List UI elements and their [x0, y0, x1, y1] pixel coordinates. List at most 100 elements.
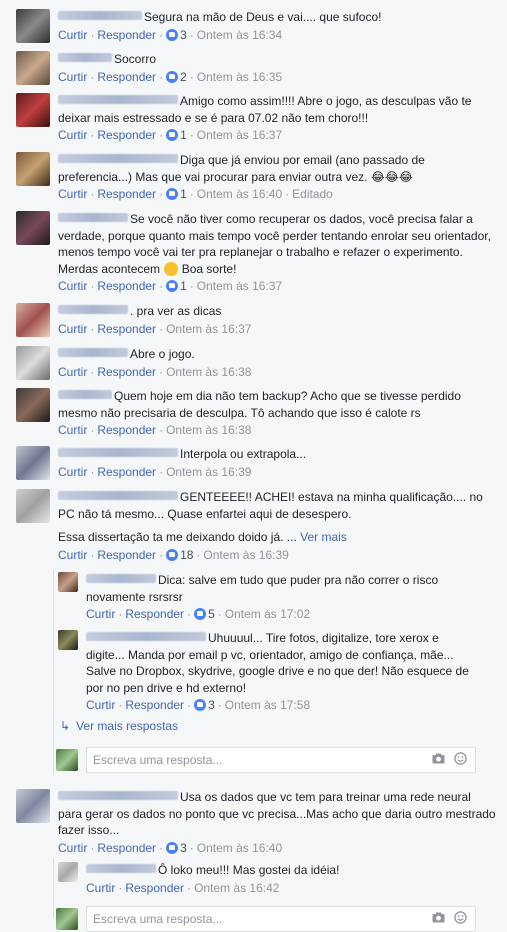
timestamp[interactable]: Ontem às 16:34: [197, 28, 282, 42]
like-count[interactable]: 1: [180, 279, 187, 293]
timestamp[interactable]: Ontem às 16:39: [203, 548, 288, 562]
reply-button[interactable]: Responder: [97, 423, 156, 437]
emoji-icon[interactable]: [454, 752, 467, 765]
timestamp[interactable]: Ontem às 16:38: [166, 365, 251, 379]
reply-button[interactable]: Responder: [125, 698, 184, 712]
avatar[interactable]: [58, 572, 78, 592]
avatar[interactable]: [16, 388, 50, 422]
timestamp[interactable]: Ontem às 16:40: [197, 187, 282, 201]
reply: Uhuuuul... Tire fotos, digitalize, tore …: [58, 630, 478, 714]
timestamp[interactable]: Ontem às 16:37: [166, 322, 251, 336]
reply-button[interactable]: Responder: [97, 279, 156, 293]
reply-composer: Escreva uma resposta...: [56, 747, 476, 773]
like-count[interactable]: 3: [180, 28, 187, 42]
like-button[interactable]: Curtir: [58, 322, 87, 336]
comment: Quem hoje em dia não tem backup? Acho qu…: [16, 388, 496, 442]
timestamp[interactable]: Ontem às 17:02: [225, 607, 310, 621]
reply-input[interactable]: Escreva uma resposta...: [86, 747, 476, 773]
like-button[interactable]: Curtir: [58, 28, 87, 42]
like-count[interactable]: 18: [180, 548, 193, 562]
edited-label[interactable]: Editado: [292, 187, 333, 201]
author-name[interactable]: [58, 154, 178, 163]
comment: GENTEEEE!! ACHEI! estava na minha qualif…: [16, 489, 496, 567]
comment: Usa os dados que vc tem para treinar uma…: [16, 789, 496, 859]
like-button[interactable]: Curtir: [58, 841, 87, 855]
timestamp[interactable]: Ontem às 16:37: [197, 279, 282, 293]
like-count[interactable]: 1: [180, 128, 187, 142]
like-button[interactable]: Curtir: [58, 187, 87, 201]
timestamp[interactable]: Ontem às 16:40: [197, 841, 282, 855]
avatar[interactable]: [58, 630, 78, 650]
reply-button[interactable]: Responder: [97, 128, 156, 142]
like-icon: [194, 699, 207, 711]
author-name[interactable]: [58, 448, 178, 457]
avatar[interactable]: [16, 303, 50, 337]
like-button[interactable]: Curtir: [58, 548, 87, 562]
like-button[interactable]: Curtir: [86, 881, 115, 895]
like-count[interactable]: 3: [180, 841, 187, 855]
avatar[interactable]: [58, 862, 78, 882]
reply-button[interactable]: Responder: [97, 465, 156, 479]
see-more-link[interactable]: Ver mais: [300, 530, 347, 544]
avatar[interactable]: [16, 93, 50, 127]
reply-button[interactable]: Responder: [97, 841, 156, 855]
like-button[interactable]: Curtir: [58, 365, 87, 379]
reply-text: Ô loko meu!!! Mas gostei da idéia!: [158, 863, 340, 877]
author-name[interactable]: [58, 348, 128, 357]
comment: Interpola ou extrapola... Curtir · Respond…: [16, 446, 496, 484]
like-button[interactable]: Curtir: [58, 70, 87, 84]
avatar[interactable]: [16, 152, 50, 186]
camera-icon[interactable]: [432, 753, 445, 764]
comment: Amigo como assim!!!! Abre o jogo, as des…: [16, 93, 496, 147]
more-replies-link[interactable]: ↳ Ver mais respostas: [60, 719, 178, 733]
author-name[interactable]: [58, 213, 128, 222]
reply-button[interactable]: Responder: [97, 548, 156, 562]
like-button[interactable]: Curtir: [86, 698, 115, 712]
author-name[interactable]: [86, 574, 156, 583]
reply-button[interactable]: Responder: [97, 187, 156, 201]
avatar[interactable]: [16, 9, 50, 43]
author-name[interactable]: [86, 632, 206, 641]
avatar[interactable]: [16, 446, 50, 480]
timestamp[interactable]: Ontem às 16:42: [194, 881, 279, 895]
author-name[interactable]: [58, 791, 178, 800]
timestamp[interactable]: Ontem às 16:38: [166, 423, 251, 437]
avatar[interactable]: [16, 51, 50, 85]
avatar[interactable]: [16, 789, 50, 823]
like-button[interactable]: Curtir: [58, 465, 87, 479]
like-icon: [166, 129, 179, 141]
like-button[interactable]: Curtir: [86, 607, 115, 621]
timestamp[interactable]: Ontem às 17:58: [225, 698, 310, 712]
reply-button[interactable]: Responder: [97, 28, 156, 42]
comment: Segura na mão de Deus e vai.... que sufo…: [16, 9, 496, 47]
reply-button[interactable]: Responder: [97, 70, 156, 84]
like-count[interactable]: 3: [208, 698, 215, 712]
reply: Ô loko meu!!! Mas gostei da idéia! Curti…: [58, 862, 478, 900]
like-button[interactable]: Curtir: [58, 279, 87, 293]
timestamp[interactable]: Ontem às 16:37: [197, 128, 282, 142]
reply-button[interactable]: Responder: [97, 322, 156, 336]
author-name[interactable]: [58, 11, 142, 20]
comment: Diga que já enviou por email (ano passad…: [16, 152, 496, 206]
reply-button[interactable]: Responder: [97, 365, 156, 379]
avatar[interactable]: [16, 211, 50, 245]
avatar[interactable]: [16, 489, 50, 523]
author-name[interactable]: [58, 95, 178, 104]
author-name[interactable]: [58, 53, 112, 62]
reply-input[interactable]: Escreva uma resposta...: [86, 906, 476, 932]
reply-button[interactable]: Responder: [125, 881, 184, 895]
author-name[interactable]: [58, 491, 178, 500]
author-name[interactable]: [86, 864, 156, 873]
like-button[interactable]: Curtir: [58, 128, 87, 142]
author-name[interactable]: [58, 305, 128, 314]
timestamp[interactable]: Ontem às 16:39: [166, 465, 251, 479]
like-count[interactable]: 5: [208, 607, 215, 621]
avatar[interactable]: [16, 346, 50, 380]
like-count[interactable]: 1: [180, 187, 187, 201]
like-count[interactable]: 2: [180, 70, 187, 84]
author-name[interactable]: [58, 390, 112, 399]
reply-button[interactable]: Responder: [125, 607, 184, 621]
like-button[interactable]: Curtir: [58, 423, 87, 437]
timestamp[interactable]: Ontem às 16:35: [197, 70, 282, 84]
like-icon: [166, 280, 179, 292]
